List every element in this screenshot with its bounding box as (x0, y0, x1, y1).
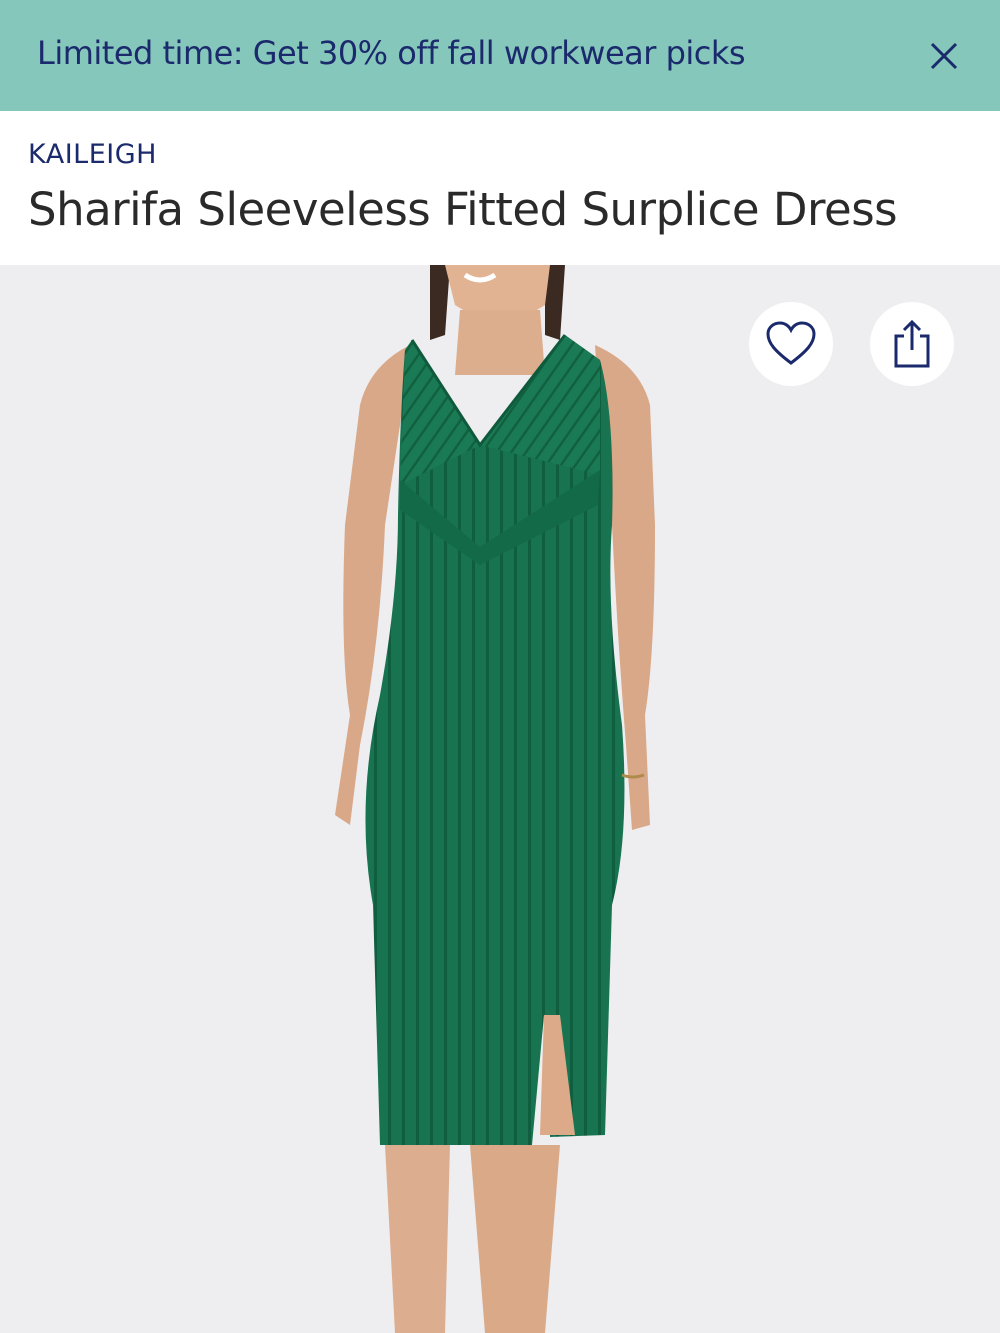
share-button[interactable] (870, 302, 954, 386)
product-header: KAILEIGH Sharifa Sleeveless Fitted Surpl… (0, 111, 1000, 265)
promo-text[interactable]: Limited time: Get 30% off fall workwear … (37, 34, 746, 72)
product-image-gallery[interactable] (0, 265, 1000, 1333)
product-photo[interactable] (0, 265, 1000, 1333)
favorite-button[interactable] (749, 302, 833, 386)
brand-name[interactable]: KAILEIGH (28, 139, 157, 170)
close-icon[interactable] (922, 34, 966, 78)
promo-banner[interactable]: Limited time: Get 30% off fall workwear … (0, 0, 1000, 111)
heart-icon (766, 321, 816, 365)
product-title: Sharifa Sleeveless Fitted Surplice Dress (28, 183, 898, 236)
share-icon (894, 319, 930, 368)
